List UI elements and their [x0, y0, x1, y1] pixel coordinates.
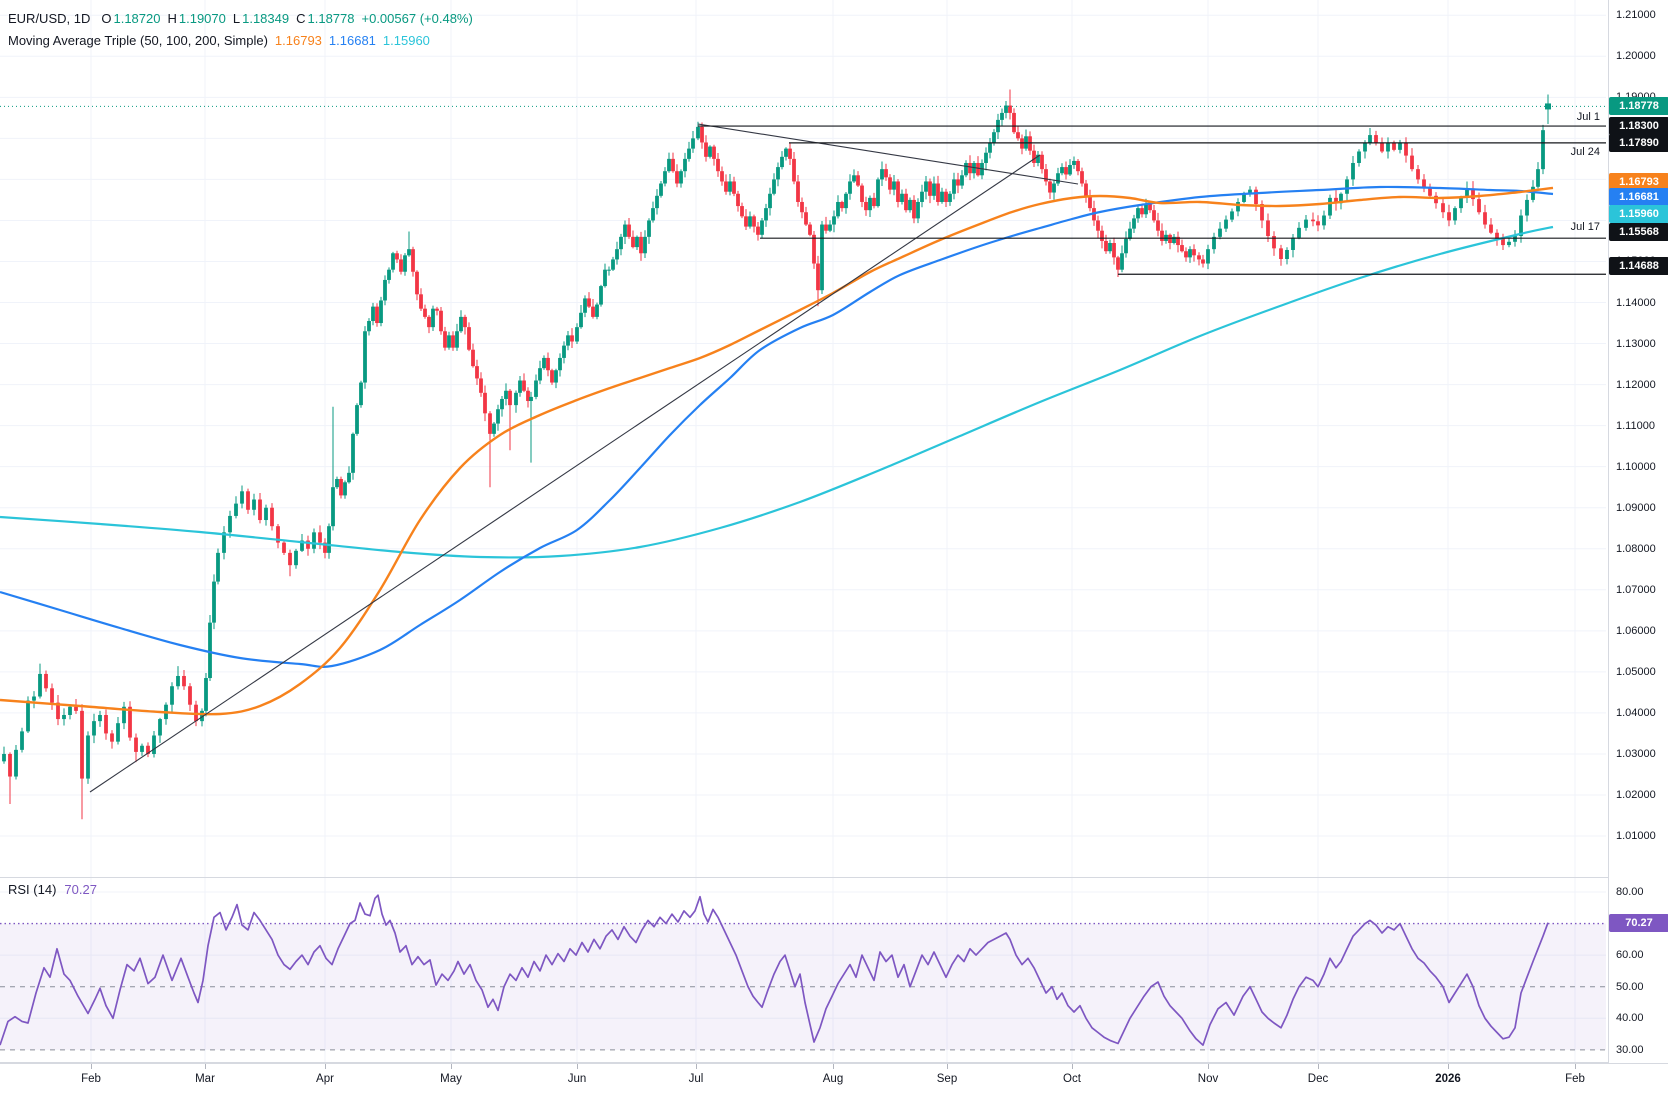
- gridlines: [0, 0, 1606, 1062]
- price-badge-1.15568: 1.15568: [1609, 223, 1668, 241]
- time-axis[interactable]: Feb Mar Apr May Jun Jul Aug Sep Oct Nov Dec 2026 Feb: [0, 1063, 1668, 1096]
- time-tick: [833, 1064, 834, 1069]
- price-axis-label: 1.14000: [1609, 297, 1668, 309]
- ma100-line: [0, 187, 1553, 667]
- price-badge-1.17890: 1.17890: [1609, 134, 1668, 152]
- time-tick: [325, 1064, 326, 1069]
- drawings[interactable]: [90, 124, 1606, 792]
- rsi-axis-label: 50.00: [1609, 981, 1668, 993]
- price-axis-label: 1.12000: [1609, 379, 1668, 391]
- price-axis-label: 1.01000: [1609, 830, 1668, 842]
- month-label-Nov: Nov: [1198, 1073, 1218, 1085]
- month-label-Sep: Sep: [937, 1073, 957, 1085]
- ohlc-value: 1.19070: [179, 11, 226, 26]
- price-axis-label: 1.10000: [1609, 461, 1668, 473]
- month-label-2026: 2026: [1435, 1073, 1461, 1085]
- rsi-label: RSI (14): [8, 882, 56, 897]
- line-date-label-Jul-17: Jul 17: [1571, 221, 1600, 233]
- price-axis-label: 1.07000: [1609, 584, 1668, 596]
- price-axis-label: 1.05000: [1609, 666, 1668, 678]
- time-tick: [1575, 1064, 1576, 1069]
- ohlc-key: H: [167, 11, 176, 26]
- price-axis-label: 1.08000: [1609, 543, 1668, 555]
- moving-averages: [0, 187, 1553, 714]
- price-axis-label: 1.20000: [1609, 50, 1668, 62]
- price-axis-label: 1.21000: [1609, 9, 1668, 21]
- ma-value: 1.15960: [383, 33, 430, 48]
- ohlc-value: 1.18778: [308, 11, 355, 26]
- month-label-Dec: Dec: [1308, 1073, 1328, 1085]
- month-label-Oct: Oct: [1063, 1073, 1081, 1085]
- month-label-Apr: Apr: [316, 1073, 334, 1085]
- symbol-legend[interactable]: EUR/USD, 1D O1.18720 H1.19070 L1.18349 C1.18…: [8, 8, 473, 52]
- month-label-May: May: [440, 1073, 462, 1085]
- price-axis[interactable]: 1.210001.200001.190001.180001.170001.160…: [1608, 0, 1668, 1063]
- rsi-axis-label: 30.00: [1609, 1044, 1668, 1056]
- rsi-value: 70.27: [64, 882, 97, 897]
- trading-chart-window: EUR/USD, 1DO1.18720H1.19070L1.18349C1.18…: [0, 0, 1668, 1096]
- time-tick: [1318, 1064, 1319, 1069]
- trendline-2: [698, 124, 1078, 184]
- month-label-Jun: Jun: [568, 1073, 587, 1085]
- price-badge-1.15960: 1.15960: [1609, 205, 1668, 223]
- ma-indicator-label: Moving Average Triple (50, 100, 200, Sim…: [8, 33, 268, 48]
- month-label-Feb: Feb: [1565, 1073, 1585, 1085]
- symbol-title: EUR/USD, 1D: [8, 11, 90, 26]
- time-tick: [205, 1064, 206, 1069]
- time-tick: [1448, 1064, 1449, 1069]
- chart-canvas[interactable]: [0, 0, 1668, 1096]
- time-tick: [1072, 1064, 1073, 1069]
- price-axis-label: 1.09000: [1609, 502, 1668, 514]
- time-tick: [947, 1064, 948, 1069]
- ohlc-values: O1.18720 H1.19070 L1.18349 C1.18778: [94, 11, 354, 26]
- price-badge-1.14688: 1.14688: [1609, 257, 1668, 275]
- rsi-legend[interactable]: RSI (14) 70.27: [8, 882, 97, 897]
- rsi-axis-label: 80.00: [1609, 886, 1668, 898]
- last-price-marker: [1545, 103, 1551, 109]
- ma-row: Moving Average Triple (50, 100, 200, Sim…: [8, 30, 473, 52]
- time-tick: [577, 1064, 578, 1069]
- price-axis-label: 1.02000: [1609, 789, 1668, 801]
- ohlc-row: EUR/USD, 1D O1.18720 H1.19070 L1.18349 C1.18…: [8, 8, 473, 30]
- ohlc-value: 1.18349: [242, 11, 289, 26]
- price-axis-label: 1.04000: [1609, 707, 1668, 719]
- ma-value: 1.16681: [329, 33, 376, 48]
- month-label-Aug: Aug: [823, 1073, 843, 1085]
- price-badge-1.18778: 1.18778: [1609, 97, 1668, 115]
- ohlc-key: O: [101, 11, 111, 26]
- price-badge-1.16681: 1.16681: [1609, 188, 1668, 206]
- month-label-Jul: Jul: [689, 1073, 704, 1085]
- ma-values: 1.16793 1.16681 1.15960: [268, 33, 430, 48]
- price-axis-label: 1.13000: [1609, 338, 1668, 350]
- price-axis-label: 1.11000: [1609, 420, 1668, 432]
- ohlc-key: L: [233, 11, 240, 26]
- time-tick: [1208, 1064, 1209, 1069]
- price-axis-label: 1.06000: [1609, 625, 1668, 637]
- time-tick: [696, 1064, 697, 1069]
- line-date-label-Jul-24: Jul 24: [1571, 146, 1600, 158]
- ohlc-key: C: [296, 11, 305, 26]
- ma-value: 1.16793: [275, 33, 322, 48]
- price-axis-label: 1.03000: [1609, 748, 1668, 760]
- month-label-Mar: Mar: [195, 1073, 215, 1085]
- rsi-value-badge: 70.27: [1609, 914, 1668, 932]
- ohlc-value: 1.18720: [113, 11, 160, 26]
- price-change: +0.00567 (+0.48%): [362, 11, 473, 26]
- trendline-1: [90, 155, 1040, 792]
- price-badge-1.18300: 1.18300: [1609, 117, 1668, 135]
- time-tick: [451, 1064, 452, 1069]
- rsi-axis-label: 40.00: [1609, 1012, 1668, 1024]
- line-date-label-Jul-1: Jul 1: [1577, 111, 1600, 123]
- ma50-line: [0, 188, 1553, 714]
- rsi-axis-label: 60.00: [1609, 949, 1668, 961]
- month-label-Feb: Feb: [81, 1073, 101, 1085]
- time-tick: [91, 1064, 92, 1069]
